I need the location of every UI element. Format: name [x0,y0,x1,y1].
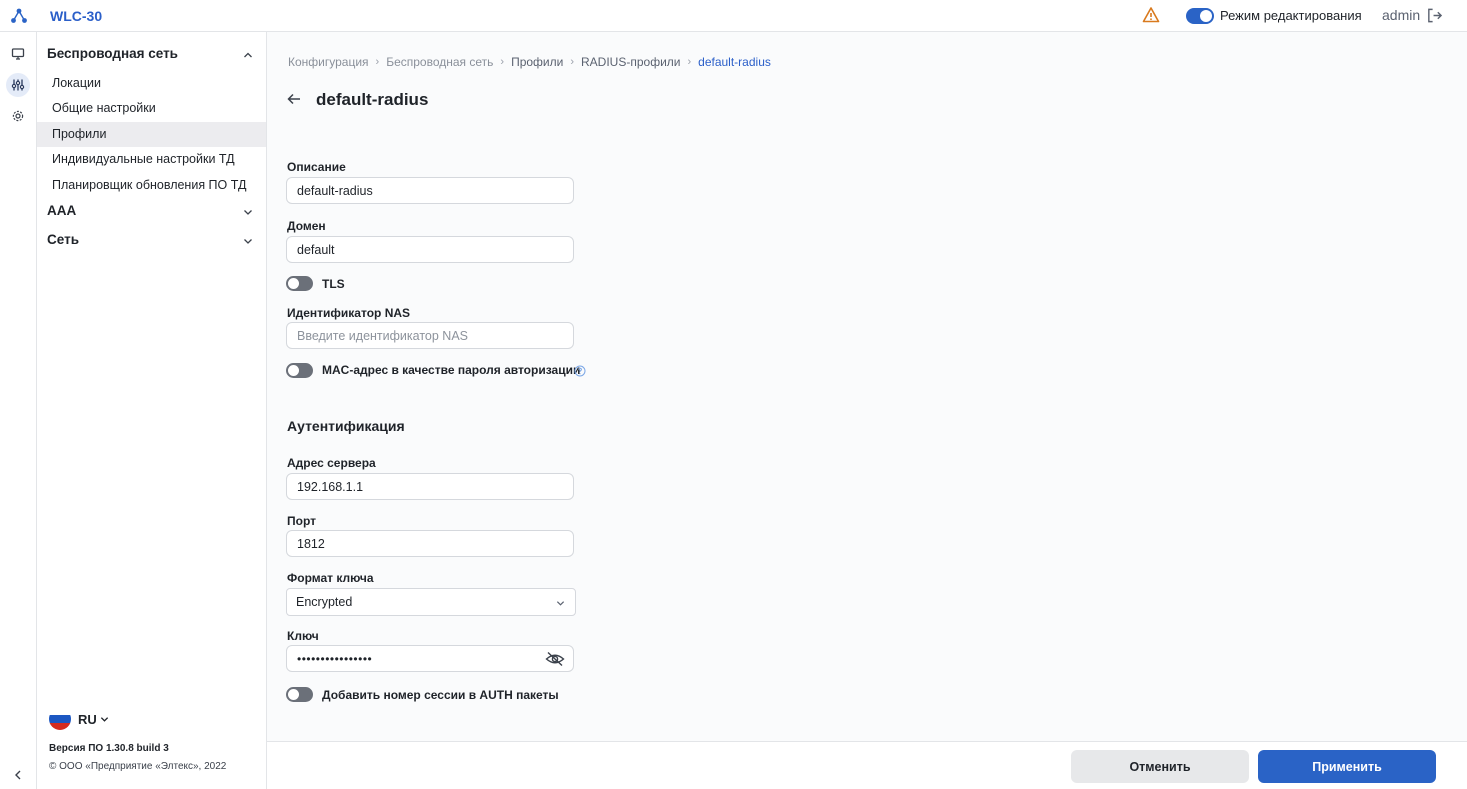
sidebar-item-label: Общие настройки [52,101,156,115]
help-icon[interactable] [574,365,586,377]
back-arrow-icon[interactable] [286,91,302,107]
server-address-input[interactable] [286,473,574,500]
sidebar-item-ap-update-scheduler[interactable]: Планировщик обновления ПО ТД [37,173,266,198]
sidebar-group-aaa[interactable]: AAA [37,199,267,225]
key-format-value: Encrypted [296,595,353,609]
breadcrumb-separator: › [570,56,575,68]
domain-input[interactable] [286,236,574,263]
sidebar-group-label: Сеть [47,232,79,247]
description-input[interactable] [286,177,574,204]
breadcrumb-radius-profiles[interactable]: RADIUS-профили [581,55,680,69]
sidebar-group-wireless[interactable]: Беспроводная сеть [37,42,267,68]
edit-mode-toggle[interactable] [1186,8,1214,24]
user-name[interactable]: admin [1382,7,1420,23]
breadcrumb-separator: › [375,56,380,68]
settings-gear-icon[interactable] [6,104,30,128]
sidebar-group-label: AAA [47,203,77,218]
russia-flag-icon [49,708,71,730]
edit-mode-label: Режим редактирования [1220,8,1362,23]
collapse-sidebar-icon[interactable] [11,768,25,782]
domain-label: Домен [287,219,326,233]
chevron-down-icon [244,210,252,215]
action-footer: Отменить Применить [267,741,1467,789]
session-number-toggle[interactable] [286,687,313,702]
cancel-button[interactable]: Отменить [1071,750,1249,783]
breadcrumb-separator: › [500,56,505,68]
sidebar-item-profiles[interactable]: Профили [37,122,266,147]
firmware-version: Версия ПО 1.30.8 build 3 [49,743,169,754]
sidebar-group-network[interactable]: Сеть [37,228,267,254]
logout-icon[interactable] [1426,7,1443,24]
sidebar-item-label: Локации [52,76,101,90]
breadcrumb-profiles[interactable]: Профили [511,55,563,69]
key-label: Ключ [287,629,319,643]
breadcrumb-separator: › [687,56,692,68]
key-format-label: Формат ключа [287,571,374,585]
tls-label: TLS [322,277,345,291]
description-label: Описание [287,160,346,174]
configuration-icon[interactable] [6,73,30,97]
top-bar: WLC-30 Режим редактирования admin [0,0,1467,32]
main-content: Конфигурация › Беспроводная сеть › Профи… [267,32,1467,741]
nas-id-label: Идентификатор NAS [287,306,411,320]
server-address-label: Адрес сервера [287,456,376,470]
eye-off-icon[interactable] [545,651,565,667]
mac-password-label: MAC-адрес в качестве пароля авторизации [322,363,581,377]
sidebar-item-general-settings[interactable]: Общие настройки [37,96,266,121]
sidebar-group-label: Беспроводная сеть [47,46,178,61]
copyright: © ООО «Предприятие «Элтекс», 2022 [49,761,227,772]
sidebar-item-label: Планировщик обновления ПО ТД [52,178,247,192]
key-password-input[interactable]: •••••••••••••••• [286,645,574,672]
monitoring-icon[interactable] [6,42,30,66]
sidebar-item-label: Профили [52,127,107,141]
sidebar-item-ap-individual-settings[interactable]: Индивидуальные настройки ТД [37,147,266,172]
port-input[interactable] [286,530,574,557]
app-name[interactable]: WLC-30 [50,8,102,24]
apply-button[interactable]: Применить [1258,750,1436,783]
language-label: RU [78,712,97,727]
chevron-down-icon [244,239,252,244]
breadcrumb-configuration[interactable]: Конфигурация [288,55,369,69]
nas-id-input[interactable] [286,322,574,349]
session-number-label: Добавить номер сессии в AUTH пакеты [322,688,559,702]
tls-toggle[interactable] [286,276,313,291]
page-title: default-radius [316,90,429,109]
chevron-down-icon [100,717,109,722]
sidebar-item-label: Индивидуальные настройки ТД [52,152,235,166]
breadcrumb-current: default-radius [698,55,771,69]
mac-password-toggle[interactable] [286,363,313,378]
chevron-down-icon [556,601,565,606]
sidebar-item-locations[interactable]: Локации [37,71,266,96]
authentication-section-title: Аутентификация [287,418,405,434]
icon-rail [0,32,37,789]
logo-icon[interactable] [10,7,28,25]
key-format-select[interactable]: Encrypted [286,588,576,616]
breadcrumb: Конфигурация › Беспроводная сеть › Профи… [288,55,771,69]
port-label: Порт [287,514,317,528]
sidebar: Беспроводная сеть Локации Общие настройк… [37,32,267,789]
chevron-up-icon [244,52,252,58]
key-masked-value: •••••••••••••••• [297,652,373,666]
warning-icon[interactable] [1142,6,1160,24]
breadcrumb-wireless[interactable]: Беспроводная сеть [386,55,493,69]
